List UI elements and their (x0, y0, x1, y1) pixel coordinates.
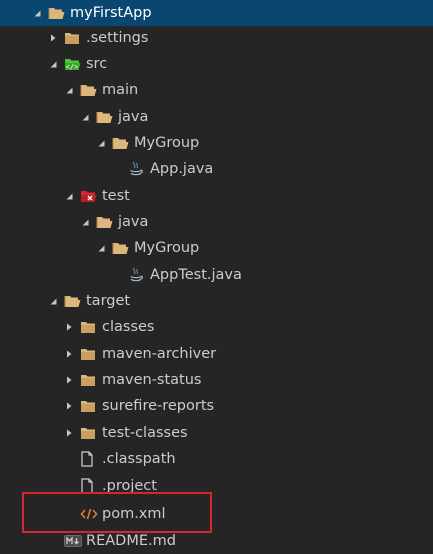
tree-item-target[interactable]: target (0, 288, 433, 314)
tree-item-label: README.md (86, 533, 176, 549)
chevron-down-icon[interactable] (62, 77, 76, 103)
tree-item-mygroup[interactable]: MyGroup (0, 130, 433, 156)
folder-icon (80, 314, 102, 340)
tree-item-settings[interactable]: .settings (0, 25, 433, 51)
tree-item-main[interactable]: main (0, 77, 433, 103)
tree-item-label: target (86, 293, 131, 309)
folder-open-icon (96, 104, 118, 130)
src-folder-icon: </> (64, 51, 86, 77)
chevron-down-icon[interactable] (78, 104, 92, 130)
chevron-right-icon[interactable] (62, 314, 76, 340)
folder-icon (80, 367, 102, 393)
tree-item-label: test (102, 188, 130, 204)
chevron-right-icon[interactable] (46, 25, 60, 51)
tree-item-label: java (118, 109, 149, 125)
tree-item-classes[interactable]: classes (0, 314, 433, 340)
folder-icon (80, 393, 102, 419)
folder-open-icon (96, 209, 118, 235)
tree-item-apptest-java[interactable]: AppTest.java (0, 262, 433, 288)
folder-open-icon (48, 0, 70, 26)
xml-file-icon (80, 501, 102, 527)
java-file-icon (128, 156, 150, 182)
markdown-file-icon (64, 528, 86, 554)
file-icon (80, 446, 102, 472)
chevron-right-icon[interactable] (62, 367, 76, 393)
test-folder-icon (80, 183, 102, 209)
tree-item-test[interactable]: test (0, 183, 433, 209)
tree-item-test-classes[interactable]: test-classes (0, 420, 433, 446)
tree-item-label: pom.xml (102, 506, 166, 522)
tree-item-label: maven-archiver (102, 346, 217, 362)
folder-open-icon (80, 77, 102, 103)
chevron-down-icon[interactable] (46, 288, 60, 314)
tree-item-label: classes (102, 319, 155, 335)
tree-item-surefire-reports[interactable]: surefire-reports (0, 393, 433, 419)
tree-item-label: myFirstApp (70, 5, 152, 21)
svg-text:</>: </> (66, 63, 79, 71)
tree-item-readme-md[interactable]: README.md (0, 528, 433, 554)
folder-icon (80, 420, 102, 446)
tree-item-java[interactable]: java (0, 209, 433, 235)
folder-open-icon (112, 130, 134, 156)
chevron-down-icon[interactable] (94, 235, 108, 261)
tree-item-label: src (86, 56, 108, 72)
folder-open-icon (64, 288, 86, 314)
chevron-down-icon[interactable] (78, 209, 92, 235)
tree-item-maven-archiver[interactable]: maven-archiver (0, 341, 433, 367)
folder-icon (64, 25, 86, 51)
tree-item-label: main (102, 82, 139, 98)
tree-item-maven-status[interactable]: maven-status (0, 367, 433, 393)
tree-item-label: MyGroup (134, 240, 200, 256)
chevron-down-icon[interactable] (30, 0, 44, 26)
tree-item-label: .settings (86, 30, 149, 46)
tree-item-label: test-classes (102, 425, 188, 441)
tree-item-pom-xml[interactable]: pom.xml (0, 501, 433, 527)
file-explorer-tree: myFirstApp .settings </> src main java MyGroup… (0, 0, 433, 552)
chevron-down-icon[interactable] (62, 183, 76, 209)
chevron-down-icon[interactable] (94, 130, 108, 156)
chevron-right-icon[interactable] (62, 420, 76, 446)
chevron-right-icon[interactable] (62, 341, 76, 367)
tree-item-mygroup[interactable]: MyGroup (0, 235, 433, 261)
tree-item-label: MyGroup (134, 135, 200, 151)
tree-item-label: .project (102, 478, 157, 494)
tree-item-label: java (118, 214, 149, 230)
tree-item-myfirstapp[interactable]: myFirstApp (0, 0, 433, 26)
tree-item-java[interactable]: java (0, 104, 433, 130)
java-file-icon (128, 262, 150, 288)
chevron-right-icon[interactable] (62, 393, 76, 419)
folder-icon (80, 341, 102, 367)
tree-item-label: AppTest.java (150, 267, 242, 283)
tree-item-classpath[interactable]: .classpath (0, 446, 433, 472)
tree-item-src[interactable]: </> src (0, 51, 433, 77)
chevron-down-icon[interactable] (46, 51, 60, 77)
folder-open-icon (112, 235, 134, 261)
tree-item-label: maven-status (102, 372, 202, 388)
file-icon (80, 473, 102, 499)
tree-item-label: .classpath (102, 451, 176, 467)
tree-item-app-java[interactable]: App.java (0, 156, 433, 182)
tree-item-label: App.java (150, 161, 214, 177)
tree-item-label: surefire-reports (102, 398, 215, 414)
tree-item-project[interactable]: .project (0, 473, 433, 499)
